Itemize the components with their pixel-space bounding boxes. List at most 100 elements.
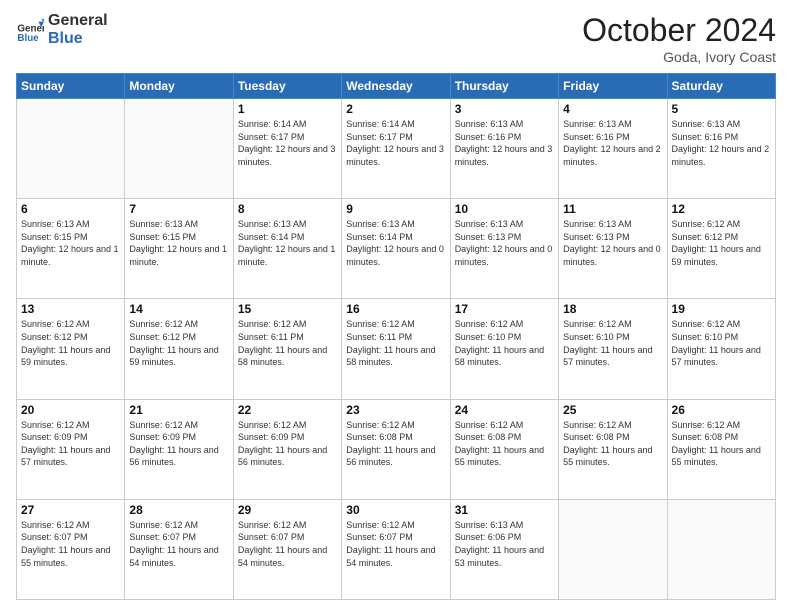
- day-info: Sunrise: 6:12 AM Sunset: 6:08 PM Dayligh…: [563, 419, 662, 469]
- calendar-day-cell: 21 Sunrise: 6:12 AM Sunset: 6:09 PM Dayli…: [125, 399, 233, 499]
- day-info: Sunrise: 6:12 AM Sunset: 6:09 PM Dayligh…: [129, 419, 228, 469]
- day-info: Sunrise: 6:13 AM Sunset: 6:13 PM Dayligh…: [563, 218, 662, 268]
- calendar-day-cell: [667, 499, 775, 599]
- logo-blue: Blue: [48, 30, 108, 48]
- calendar-day-cell: 26Sunrise: 6:12 AM Sunset: 6:08 PM Dayli…: [667, 399, 775, 499]
- logo-icon: General Blue: [16, 16, 44, 44]
- day-number: 24: [455, 403, 554, 417]
- day-info: Sunrise: 6:12 AM Sunset: 6:09 PM Dayligh…: [238, 419, 337, 469]
- day-info: Sunrise: 6:12 AM Sunset: 6:12 PM Dayligh…: [672, 218, 771, 268]
- day-info: Sunrise: 6:13 AM Sunset: 6:16 PM Dayligh…: [455, 118, 554, 168]
- calendar-day-cell: 30 Sunrise: 6:12 AM Sunset: 6:07 PM Dayli…: [342, 499, 450, 599]
- calendar-week-row: 20Sunrise: 6:12 AM Sunset: 6:09 PM Dayli…: [17, 399, 776, 499]
- day-info: Sunrise: 6:13 AM Sunset: 6:13 PM Dayligh…: [455, 218, 554, 268]
- day-info: Sunrise: 6:12 AM Sunset: 6:11 PM Dayligh…: [346, 318, 445, 368]
- title-area: October 2024 Goda, Ivory Coast: [582, 12, 776, 65]
- calendar-day-header: Monday: [125, 74, 233, 99]
- calendar-week-row: 6 Sunrise: 6:13 AM Sunset: 6:15 PM Daylig…: [17, 199, 776, 299]
- day-number: 4: [563, 102, 662, 116]
- day-number: 10: [455, 202, 554, 216]
- logo-general: General: [48, 12, 108, 30]
- location: Goda, Ivory Coast: [582, 49, 776, 65]
- day-number: 18: [563, 302, 662, 316]
- calendar-day-cell: 9 Sunrise: 6:13 AM Sunset: 6:14 PM Daylig…: [342, 199, 450, 299]
- day-info: Sunrise: 6:12 AM Sunset: 6:08 PM Dayligh…: [455, 419, 554, 469]
- day-number: 12: [672, 202, 771, 216]
- day-info: Sunrise: 6:13 AM Sunset: 6:14 PM Dayligh…: [346, 218, 445, 268]
- day-number: 28: [129, 503, 228, 517]
- calendar-week-row: 1Sunrise: 6:14 AM Sunset: 6:17 PM Daylig…: [17, 99, 776, 199]
- day-number: 17: [455, 302, 554, 316]
- day-info: Sunrise: 6:13 AM Sunset: 6:06 PM Dayligh…: [455, 519, 554, 569]
- day-info: Sunrise: 6:13 AM Sunset: 6:16 PM Dayligh…: [672, 118, 771, 168]
- calendar-day-cell: 2 Sunrise: 6:14 AM Sunset: 6:17 PM Daylig…: [342, 99, 450, 199]
- day-info: Sunrise: 6:13 AM Sunset: 6:15 PM Dayligh…: [21, 218, 120, 268]
- day-number: 31: [455, 503, 554, 517]
- day-info: Sunrise: 6:12 AM Sunset: 6:07 PM Dayligh…: [129, 519, 228, 569]
- day-info: Sunrise: 6:12 AM Sunset: 6:10 PM Dayligh…: [455, 318, 554, 368]
- calendar-day-cell: 27Sunrise: 6:12 AM Sunset: 6:07 PM Dayli…: [17, 499, 125, 599]
- calendar-day-cell: 18 Sunrise: 6:12 AM Sunset: 6:10 PM Dayli…: [559, 299, 667, 399]
- day-number: 9: [346, 202, 445, 216]
- day-number: 13: [21, 302, 120, 316]
- calendar-day-cell: 6 Sunrise: 6:13 AM Sunset: 6:15 PM Daylig…: [17, 199, 125, 299]
- calendar-day-cell: 24 Sunrise: 6:12 AM Sunset: 6:08 PM Dayli…: [450, 399, 558, 499]
- calendar-day-cell: 4Sunrise: 6:13 AM Sunset: 6:16 PM Daylig…: [559, 99, 667, 199]
- calendar-day-cell: 19Sunrise: 6:12 AM Sunset: 6:10 PM Dayli…: [667, 299, 775, 399]
- day-number: 16: [346, 302, 445, 316]
- calendar-week-row: 13 Sunrise: 6:12 AM Sunset: 6:12 PM Dayli…: [17, 299, 776, 399]
- calendar-day-cell: 14Sunrise: 6:12 AM Sunset: 6:12 PM Dayli…: [125, 299, 233, 399]
- logo: General Blue General Blue: [16, 12, 108, 47]
- day-number: 8: [238, 202, 337, 216]
- calendar-day-cell: 22 Sunrise: 6:12 AM Sunset: 6:09 PM Dayli…: [233, 399, 341, 499]
- calendar-day-cell: 1Sunrise: 6:14 AM Sunset: 6:17 PM Daylig…: [233, 99, 341, 199]
- calendar-day-cell: 8Sunrise: 6:13 AM Sunset: 6:14 PM Daylig…: [233, 199, 341, 299]
- calendar-day-cell: 10 Sunrise: 6:13 AM Sunset: 6:13 PM Dayli…: [450, 199, 558, 299]
- calendar-day-cell: 29 Sunrise: 6:12 AM Sunset: 6:07 PM Dayli…: [233, 499, 341, 599]
- calendar-day-cell: 23Sunrise: 6:12 AM Sunset: 6:08 PM Dayli…: [342, 399, 450, 499]
- header: General Blue General Blue October 2024 G…: [16, 12, 776, 65]
- day-info: Sunrise: 6:12 AM Sunset: 6:07 PM Dayligh…: [346, 519, 445, 569]
- calendar-day-cell: 17 Sunrise: 6:12 AM Sunset: 6:10 PM Dayli…: [450, 299, 558, 399]
- day-number: 11: [563, 202, 662, 216]
- day-info: Sunrise: 6:12 AM Sunset: 6:12 PM Dayligh…: [129, 318, 228, 368]
- day-number: 6: [21, 202, 120, 216]
- calendar-day-cell: 20Sunrise: 6:12 AM Sunset: 6:09 PM Dayli…: [17, 399, 125, 499]
- calendar-day-cell: 15Sunrise: 6:12 AM Sunset: 6:11 PM Dayli…: [233, 299, 341, 399]
- day-number: 29: [238, 503, 337, 517]
- day-info: Sunrise: 6:12 AM Sunset: 6:08 PM Dayligh…: [346, 419, 445, 469]
- day-info: Sunrise: 6:12 AM Sunset: 6:09 PM Dayligh…: [21, 419, 120, 469]
- month-title: October 2024: [582, 12, 776, 49]
- calendar-day-header: Tuesday: [233, 74, 341, 99]
- day-info: Sunrise: 6:12 AM Sunset: 6:07 PM Dayligh…: [238, 519, 337, 569]
- day-info: Sunrise: 6:12 AM Sunset: 6:11 PM Dayligh…: [238, 318, 337, 368]
- day-number: 7: [129, 202, 228, 216]
- day-number: 5: [672, 102, 771, 116]
- calendar-day-cell: [559, 499, 667, 599]
- day-number: 26: [672, 403, 771, 417]
- day-number: 22: [238, 403, 337, 417]
- day-info: Sunrise: 6:12 AM Sunset: 6:12 PM Dayligh…: [21, 318, 120, 368]
- day-info: Sunrise: 6:12 AM Sunset: 6:10 PM Dayligh…: [563, 318, 662, 368]
- calendar-day-cell: 7 Sunrise: 6:13 AM Sunset: 6:15 PM Daylig…: [125, 199, 233, 299]
- calendar-day-header: Sunday: [17, 74, 125, 99]
- calendar-day-cell: 13 Sunrise: 6:12 AM Sunset: 6:12 PM Dayli…: [17, 299, 125, 399]
- calendar-day-header: Saturday: [667, 74, 775, 99]
- calendar-day-header: Thursday: [450, 74, 558, 99]
- day-number: 3: [455, 102, 554, 116]
- calendar-table: SundayMondayTuesdayWednesdayThursdayFrid…: [16, 73, 776, 600]
- day-info: Sunrise: 6:14 AM Sunset: 6:17 PM Dayligh…: [346, 118, 445, 168]
- day-number: 2: [346, 102, 445, 116]
- calendar-day-cell: 3 Sunrise: 6:13 AM Sunset: 6:16 PM Daylig…: [450, 99, 558, 199]
- calendar-day-cell: [125, 99, 233, 199]
- calendar-day-cell: 31 Sunrise: 6:13 AM Sunset: 6:06 PM Dayli…: [450, 499, 558, 599]
- calendar-header-row: SundayMondayTuesdayWednesdayThursdayFrid…: [17, 74, 776, 99]
- day-info: Sunrise: 6:13 AM Sunset: 6:15 PM Dayligh…: [129, 218, 228, 268]
- calendar-day-cell: 25 Sunrise: 6:12 AM Sunset: 6:08 PM Dayli…: [559, 399, 667, 499]
- calendar-day-cell: 16 Sunrise: 6:12 AM Sunset: 6:11 PM Dayli…: [342, 299, 450, 399]
- day-number: 25: [563, 403, 662, 417]
- page: General Blue General Blue October 2024 G…: [0, 0, 792, 612]
- day-number: 30: [346, 503, 445, 517]
- calendar-week-row: 27Sunrise: 6:12 AM Sunset: 6:07 PM Dayli…: [17, 499, 776, 599]
- day-number: 21: [129, 403, 228, 417]
